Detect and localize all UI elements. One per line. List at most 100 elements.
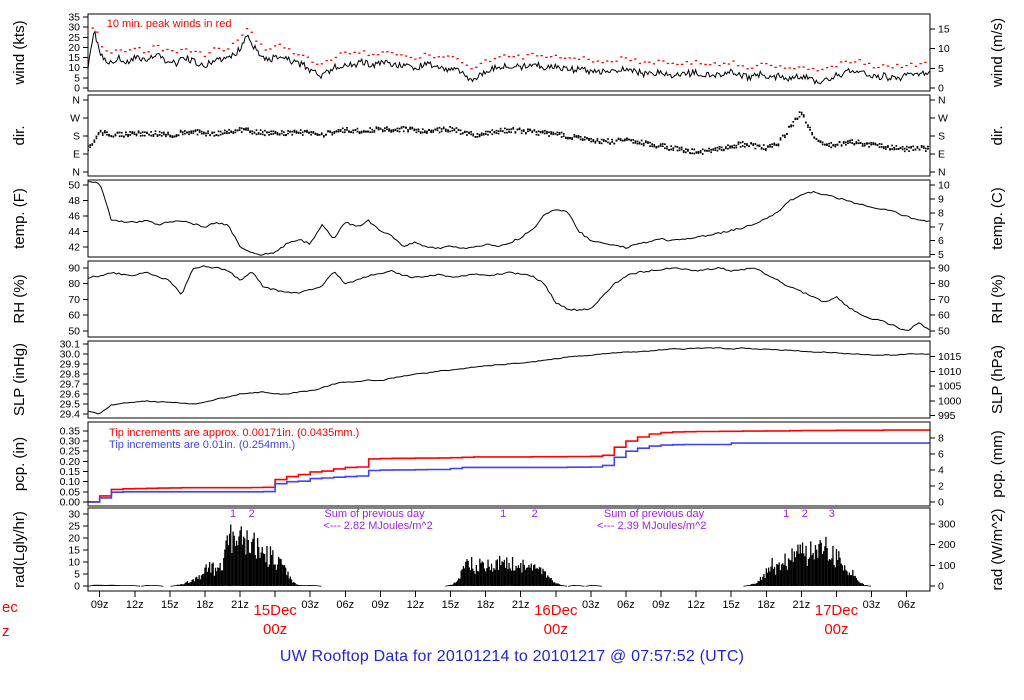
x-tick-label: 15z <box>722 599 740 611</box>
annotation: Tip increments are 0.01in. (0.254mm.) <box>109 439 295 451</box>
x-tick-label: 06z <box>617 599 635 611</box>
axis-title-right: temp. (C) <box>989 187 1006 250</box>
y-tick-label-left: 30.1 <box>60 339 81 351</box>
y-tick-label-left: 35 <box>68 12 80 24</box>
x-tick-date: 16Dec <box>534 602 578 619</box>
series-wind_kts <box>88 30 930 85</box>
panel-border <box>87 179 931 258</box>
annotation: <--- 2.82 MJoules/m^2 <box>323 520 432 532</box>
annotation: 1 <box>783 508 789 520</box>
annotation: 1 <box>230 508 236 520</box>
annotation: <--- 2.39 MJoules/m^2 <box>597 520 706 532</box>
annotation: 10 min. peak winds in red <box>107 18 232 30</box>
y-tick-label-left: 50 <box>68 180 80 192</box>
y-tick-label-left: N <box>72 167 80 179</box>
rooftop-weather-multipanel-chart: 05101520253035051015wind (kts) wind (m/s)… <box>2 12 1006 640</box>
y-tick-label-right: 80 <box>938 278 950 290</box>
series-pcp_blue_in <box>88 442 930 503</box>
annotation: 2 <box>249 508 255 520</box>
y-tick-label-right: 60 <box>938 310 950 322</box>
time-axis: 09z 12z 15z 18z 21z 15Dec 00z 03z 06z 09z 12z 15z 18… <box>2 591 915 640</box>
annotation: 3 <box>829 508 835 520</box>
y-tick-label-right: N <box>938 167 946 179</box>
y-tick-label-left: 0.35 <box>60 425 81 437</box>
y-tick-label-right: 1000 <box>938 396 962 408</box>
axis-title-left: temp. (F) <box>11 188 28 249</box>
annotation: Sum of previous day <box>324 508 425 520</box>
x-tick-label: 18z <box>196 599 214 611</box>
y-tick-label-left: N <box>72 95 80 107</box>
y-tick-label-right: 2 <box>938 480 944 492</box>
y-tick-label-right: 995 <box>938 410 956 422</box>
x-tick-label: 03z <box>582 599 600 611</box>
chart-title: UW Rooftop Data for 20101214 to 20101217… <box>279 648 745 665</box>
y-tick-label-left: W <box>70 113 80 125</box>
x-tick-date: 15Dec <box>253 602 297 619</box>
x-tick-label: 09z <box>91 599 109 611</box>
y-tick-label-left: 60 <box>68 310 80 322</box>
y-tick-label-right: 50 <box>938 326 950 338</box>
x-tick-label: 18z <box>757 599 775 611</box>
y-tick-label-right: N <box>938 95 946 107</box>
x-tick-label: 12z <box>687 599 705 611</box>
x-tick-label: 21z <box>512 599 530 611</box>
x-tick-date-hour: 00z <box>263 621 287 638</box>
y-tick-label-right: 7 <box>938 221 944 233</box>
y-tick-label-right: 1005 <box>938 381 962 393</box>
y-tick-label-right: 15 <box>938 23 950 35</box>
axis-title-right: rad (W/m^2) <box>989 508 1006 590</box>
x-tick-date-hour: 00z <box>544 621 568 638</box>
y-tick-label-left: 70 <box>68 294 80 306</box>
axis-title-left: dir. <box>11 125 28 145</box>
y-tick-label-right: 1015 <box>938 351 962 363</box>
y-tick-label-left: 44 <box>68 226 80 238</box>
axis-title-right: pcp. (mm) <box>989 430 1006 498</box>
y-tick-label-left: 50 <box>68 326 80 338</box>
panel-border <box>87 340 931 419</box>
y-tick-label-right: 90 <box>938 262 950 274</box>
annotation: Tip increments are approx. 0.00171in. (0… <box>109 427 359 439</box>
annotation: 1 <box>500 508 506 520</box>
y-tick-label-right: 4 <box>938 464 944 476</box>
series-rh_pct <box>88 265 930 331</box>
x-tick-label: 12z <box>407 599 425 611</box>
x-tick-label: 12z <box>126 599 144 611</box>
panel-slp: 29.429.529.629.729.829.930.030.199510001… <box>11 339 1006 423</box>
panel-wind: 05101520253035051015wind (kts) wind (m/s)… <box>11 12 1006 95</box>
y-tick-label-left: 46 <box>68 210 80 222</box>
panel-rh: 50 60 70 80 90 50 60 70 80 90 RH (%) RH (%) <box>11 260 1006 338</box>
x-tick-label: 09z <box>652 599 670 611</box>
x-tick-label: 15z <box>161 599 179 611</box>
screenshot-root: 0 5 10 15 20 25 30 35 0 5 10 15 wind (kts) wind (m/s)… <box>0 0 1024 700</box>
y-tick-label-right: S <box>938 131 945 143</box>
axis-title-right: SLP (hPa) <box>989 345 1006 414</box>
axis-title-right: wind (m/s) <box>989 18 1006 88</box>
y-tick-label-left: 5 <box>74 568 80 580</box>
y-tick-label-right: 10 <box>938 43 950 55</box>
y-tick-label-left: 0 <box>74 580 80 592</box>
panel-rad: 0510152025300100200300rad(Lgly/hr) rad (W… <box>11 507 1006 592</box>
y-tick-label-left: 15 <box>68 544 80 556</box>
x-tick-label: 03z <box>863 599 881 611</box>
axis-title-right: RH (%) <box>989 274 1006 323</box>
axis-title-left: SLP (inHg) <box>11 343 28 416</box>
panel-temp: 42 44 46 48 50 5 6 7 8 910 temp. (F) temp. (C) <box>11 179 1006 261</box>
annotation: Sum of previous day <box>604 508 705 520</box>
x-tick-label: 09z <box>371 599 389 611</box>
y-tick-label-right: W <box>938 113 948 125</box>
y-tick-label-right: 0 <box>938 82 944 94</box>
y-tick-label-right: 0 <box>938 496 944 508</box>
x-tick-date-hour: 00z <box>824 621 848 638</box>
axis-title-right: dir. <box>989 125 1006 145</box>
y-tick-label-right: 0 <box>938 580 944 592</box>
y-tick-label-right: 100 <box>938 560 956 572</box>
y-tick-label-right: 5 <box>938 63 944 75</box>
axis-title-left: rad(Lgly/hr) <box>11 511 28 588</box>
annotation: 2 <box>532 508 538 520</box>
panel-pcp: 0.000.050.100.150.200.250.300.3502468pcp… <box>11 421 1006 508</box>
x-tick-label: 06z <box>336 599 354 611</box>
y-tick-label-right: 1010 <box>938 366 962 378</box>
x-tick-date: 17Dec <box>815 602 859 619</box>
y-tick-label-left: S <box>73 131 80 143</box>
x-tick-date-partial: ec <box>2 599 18 616</box>
